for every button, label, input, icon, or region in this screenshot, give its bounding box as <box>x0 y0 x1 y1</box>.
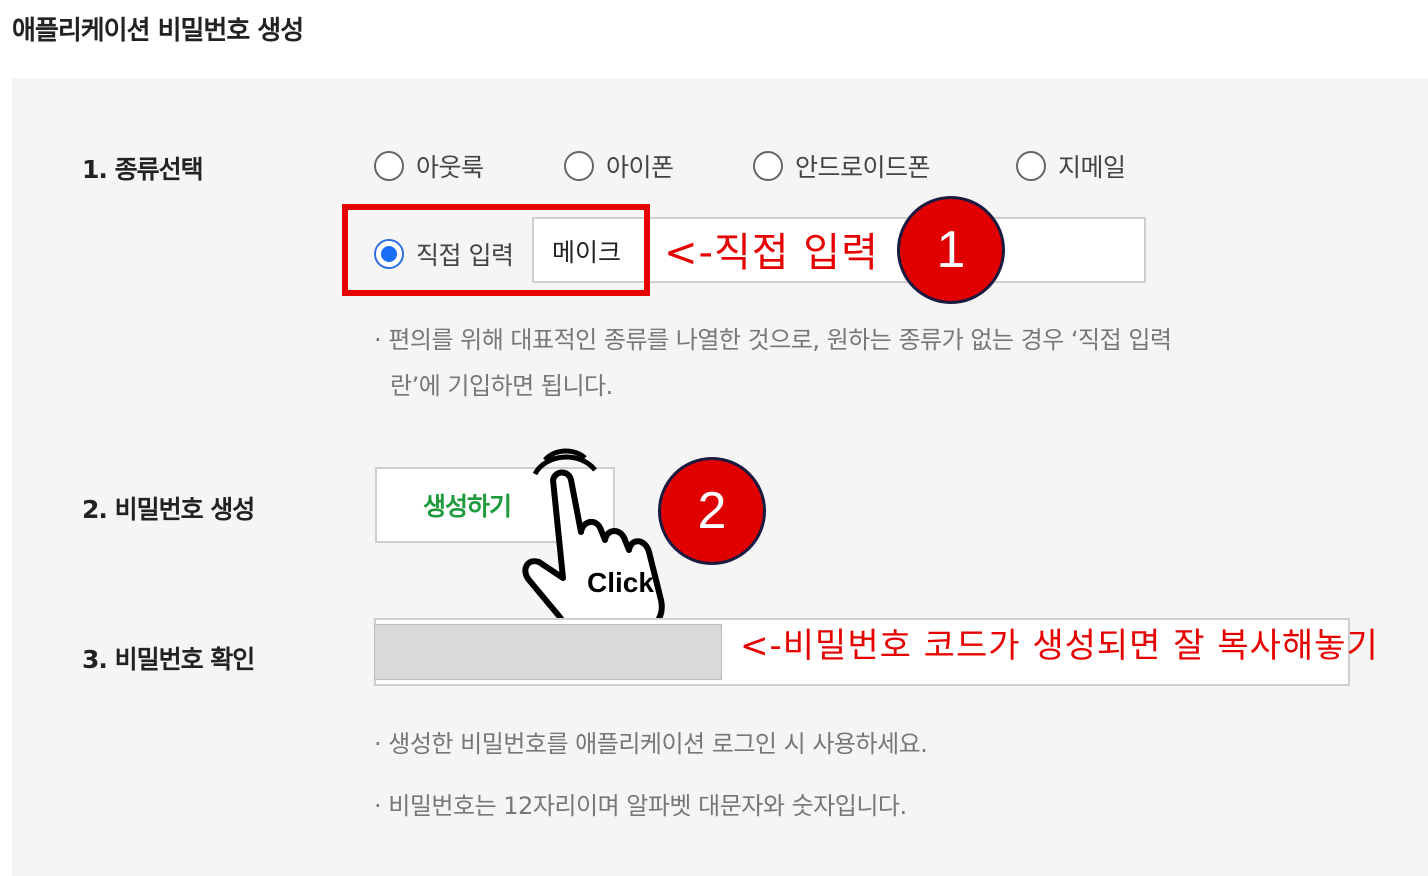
step-badge-2: 2 <box>658 457 766 565</box>
radio-label: 아웃룩 <box>416 153 484 182</box>
radio-circle-icon <box>753 151 783 181</box>
step-badge-1: 1 <box>897 196 1005 304</box>
confirm-note-1: · 생성한 비밀번호를 애플리케이션 로그인 시 사용하세요. <box>374 730 928 758</box>
radio-outlook[interactable]: 아웃룩 <box>374 148 484 184</box>
radio-iphone[interactable]: 아이폰 <box>564 148 674 184</box>
annotation-step1-text: <-직접 입력 <box>664 230 879 276</box>
click-label: Click <box>587 567 654 598</box>
pointer-hand-icon: Click <box>522 448 665 640</box>
radio-custom[interactable]: 직접 입력 <box>374 236 514 272</box>
radio-label: 직접 입력 <box>416 241 514 270</box>
type-note-line2: 란’에 기입하면 됩니다. <box>390 372 613 400</box>
radio-checked-icon <box>374 239 404 269</box>
type-note-line1: · 편의를 위해 대표적인 종류를 나열한 것으로, 원하는 종류가 없는 경우… <box>374 326 1172 354</box>
type-select-label: 1. 종류선택 <box>82 155 204 184</box>
radio-label: 안드로이드폰 <box>795 153 931 182</box>
generate-label: 2. 비밀번호 생성 <box>82 495 255 524</box>
confirm-note-2: · 비밀번호는 12자리이며 알파벳 대문자와 숫자입니다. <box>374 792 907 820</box>
radio-android[interactable]: 안드로이드폰 <box>753 148 931 184</box>
radio-circle-icon <box>374 151 404 181</box>
radio-gmail[interactable]: 지메일 <box>1016 148 1126 184</box>
page-title: 애플리케이션 비밀번호 생성 <box>12 16 304 46</box>
radio-circle-icon <box>1016 151 1046 181</box>
radio-label: 지메일 <box>1058 153 1126 182</box>
annotation-copy-text: <-비밀번호 코드가 생성되면 잘 복사해놓기 <box>740 626 1379 666</box>
confirm-label: 3. 비밀번호 확인 <box>82 645 255 674</box>
radio-circle-icon <box>564 151 594 181</box>
password-masked-value <box>374 624 722 680</box>
radio-label: 아이폰 <box>606 153 674 182</box>
